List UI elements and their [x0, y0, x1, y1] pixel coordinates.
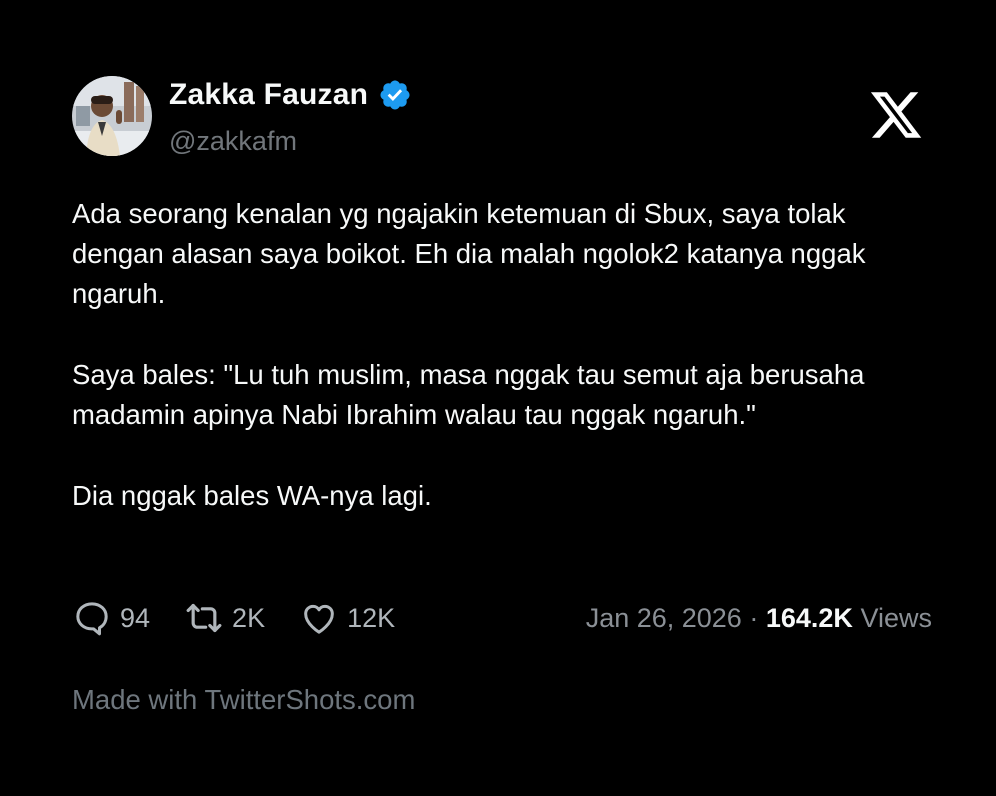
x-logo-icon[interactable]: [868, 87, 924, 143]
avatar[interactable]: [72, 76, 152, 156]
avatar-photo: [72, 76, 152, 156]
retweet-button[interactable]: 2K: [184, 598, 265, 638]
tweet-header: Zakka Fauzan @zakkafm: [72, 76, 932, 158]
tweet-date[interactable]: Jan 26, 2026: [586, 603, 742, 633]
reply-count: 94: [120, 602, 151, 633]
credit-text: Made with TwitterShots.com: [72, 684, 416, 715]
display-name[interactable]: Zakka Fauzan: [169, 78, 368, 112]
like-count: 12K: [347, 602, 396, 633]
tweet-paragraph: Saya bales: "Lu tuh muslim, masa nggak t…: [72, 359, 865, 430]
name-row: Zakka Fauzan: [169, 78, 412, 112]
like-button[interactable]: 12K: [299, 598, 395, 638]
reply-button[interactable]: 94: [72, 598, 150, 638]
reply-icon: [76, 602, 108, 636]
views-label: Views: [860, 602, 932, 633]
tweet-footer: 94 2K 12K Jan 26, 2026 · 164.2K Views: [72, 596, 932, 640]
tweet-paragraph: Dia nggak bales WA-nya lagi.: [72, 480, 432, 511]
tweet-text: Ada seorang kenalan yg ngajakin ketemuan…: [72, 194, 932, 557]
user-handle[interactable]: @zakkafm: [169, 126, 297, 157]
meta-separator: ·: [749, 602, 759, 633]
tweet-card: Zakka Fauzan @zakkafm Ada seorang kenala…: [72, 76, 932, 715]
tweet-meta: Jan 26, 2026 · 164.2K Views: [586, 603, 932, 634]
retweet-count: 2K: [232, 602, 266, 633]
heart-icon: [304, 604, 334, 634]
retweet-icon: [186, 603, 222, 633]
views-count: 164.2K: [765, 602, 853, 633]
tweet-paragraph: Ada seorang kenalan yg ngajakin ketemuan…: [72, 198, 866, 309]
verified-badge-icon: [378, 78, 412, 112]
